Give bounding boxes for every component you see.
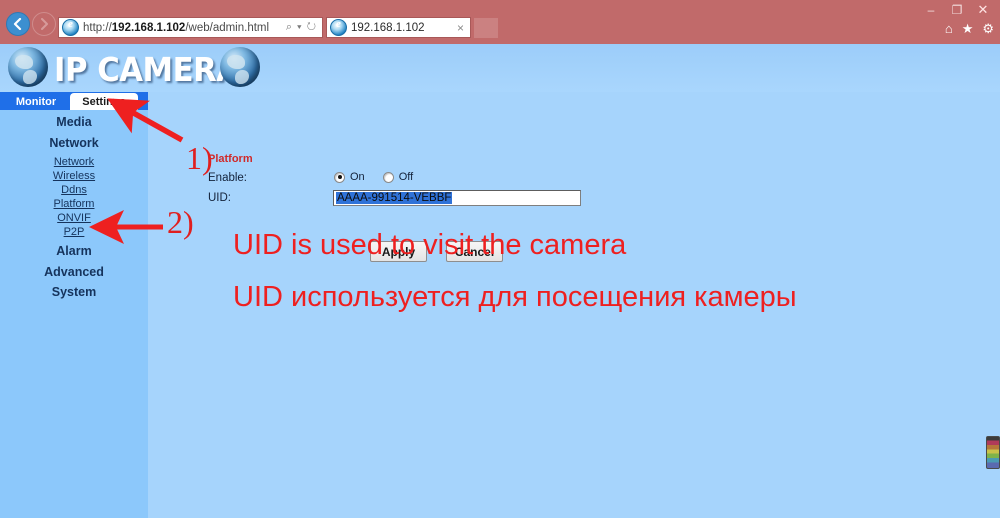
radio-on-label: On xyxy=(350,171,365,183)
annotation-marker-1: 1) xyxy=(186,140,213,176)
address-bar-actions[interactable]: ⌕ ▾ ↻ xyxy=(286,21,322,34)
tab-favicon-icon xyxy=(330,18,347,36)
enable-label: Enable: xyxy=(208,172,248,184)
page-title: IP CAMERA xyxy=(54,50,240,89)
sidebar-link-onvif[interactable]: ONVIF xyxy=(0,212,148,224)
restore-button[interactable]: ❐ xyxy=(944,1,970,19)
browser-toolbar-icons: ⌂ ★ ⚙ xyxy=(945,22,994,35)
tab-bar-filler xyxy=(148,92,1000,110)
globe-icon xyxy=(8,47,48,87)
page-banner: IP CAMERA xyxy=(0,44,1000,92)
sidebar-link-network[interactable]: Network xyxy=(0,156,148,168)
enable-radio-group: On Off xyxy=(334,171,413,183)
uid-input[interactable]: AAAA-991514-VEBBF xyxy=(333,190,581,206)
sidebar-item-alarm[interactable]: Alarm xyxy=(0,244,148,258)
form-title: Platform xyxy=(208,153,253,165)
annotation-text-russian: UID используется для посещения камеры xyxy=(233,281,797,313)
uid-label: UID: xyxy=(208,192,231,204)
globe-icon xyxy=(220,47,260,87)
annotation-text-english: UID is used to visit the camera xyxy=(233,229,627,261)
home-icon[interactable]: ⌂ xyxy=(945,22,953,35)
sidebar-link-wireless[interactable]: Wireless xyxy=(0,170,148,182)
sidebar-link-ddns[interactable]: Ddns xyxy=(0,184,148,196)
favorites-star-icon[interactable]: ★ xyxy=(962,22,974,35)
radio-off-label: Off xyxy=(398,171,414,183)
browser-tab-title: 192.168.1.102 xyxy=(351,21,425,34)
sidebar-item-system[interactable]: System xyxy=(0,285,148,299)
tab-monitor[interactable]: Monitor xyxy=(4,93,68,110)
internet-explorer-icon xyxy=(62,18,79,36)
sidebar-link-p2p[interactable]: P2P xyxy=(0,226,148,238)
new-tab-button[interactable] xyxy=(474,18,498,38)
sidebar-item-media[interactable]: Media xyxy=(0,115,148,129)
radio-off[interactable] xyxy=(382,171,394,183)
tab-bar: Monitor Settings xyxy=(0,92,148,110)
back-arrow-icon[interactable]: back-arrow-icon xyxy=(6,12,30,36)
address-bar[interactable]: http://192.168.1.102/web/admin.html ⌕ ▾ … xyxy=(58,17,323,38)
window-controls: – ❐ ✕ xyxy=(918,0,996,20)
sidebar-link-platform[interactable]: Platform xyxy=(0,198,148,210)
sidebar: Media Network Network Wireless Ddns Plat… xyxy=(0,110,148,518)
radio-on[interactable] xyxy=(334,171,345,183)
uid-value: AAAA-991514-VEBBF xyxy=(336,192,453,204)
color-picker-strip[interactable] xyxy=(986,436,1000,469)
browser-tab[interactable]: 192.168.1.102 × xyxy=(326,17,471,38)
annotation-marker-2: 2) xyxy=(167,204,194,240)
forward-arrow-icon[interactable] xyxy=(32,12,56,36)
tab-settings[interactable]: Settings xyxy=(70,93,138,110)
close-window-button[interactable]: ✕ xyxy=(970,1,996,19)
address-bar-url: http://192.168.1.102/web/admin.html xyxy=(83,21,270,34)
close-icon[interactable]: × xyxy=(457,21,470,35)
screenshot-root: back-arrow-icon http://192.168.1.102/web… xyxy=(0,0,1000,518)
sidebar-item-advanced[interactable]: Advanced xyxy=(0,265,148,279)
minimize-button[interactable]: – xyxy=(918,1,944,19)
sidebar-item-network[interactable]: Network xyxy=(0,136,148,150)
browser-chrome: back-arrow-icon http://192.168.1.102/web… xyxy=(0,0,1000,44)
gear-icon[interactable]: ⚙ xyxy=(982,22,994,35)
content-panel: Platform Enable: On Off UID: AAAA-991514… xyxy=(148,110,1000,518)
